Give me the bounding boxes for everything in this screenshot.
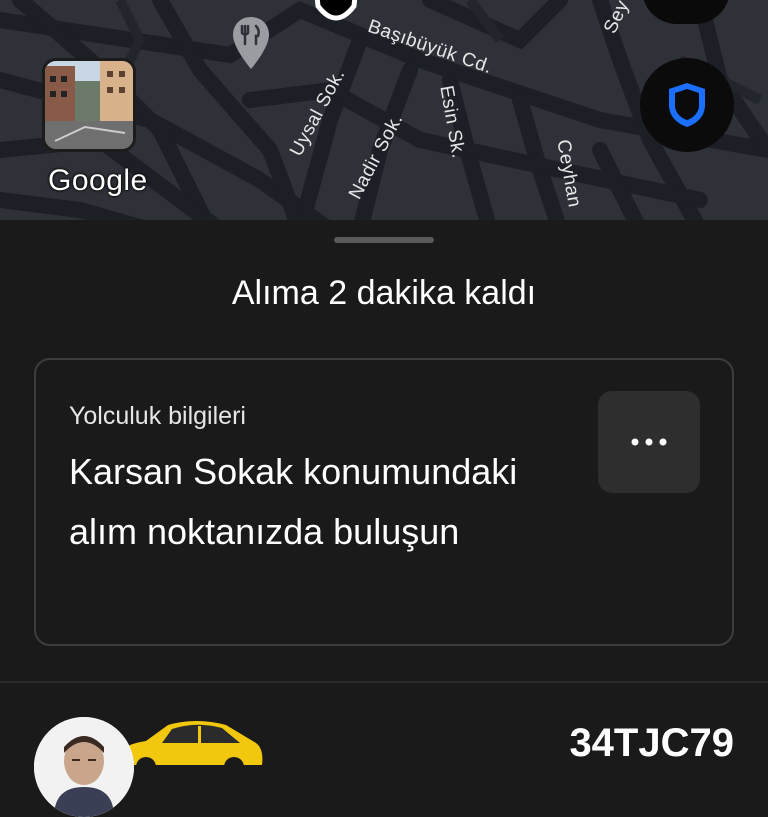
safety-button[interactable] [640,58,734,152]
license-plate: 34TJC79 [569,721,734,765]
restaurant-poi-icon[interactable] [231,15,271,69]
street-view-photo [45,61,133,149]
card-label: Yolculuk bilgileri [69,402,246,430]
bottom-sheet: Alıma 2 dakika kaldı Yolculuk bilgileri … [0,220,768,817]
more-options-button[interactable] [598,391,700,493]
trip-info-card: Yolculuk bilgileri Karsan Sokak konumund… [34,358,734,646]
driver-avatar[interactable] [34,717,134,817]
google-logo: Google [48,164,148,197]
map[interactable]: Başıbüyük Cd. Uysal Sok. Nadir Sok. Esin… [0,0,768,220]
status-heading: Alıma 2 dakika kaldı [231,274,537,312]
driver-vehicle-row: 34TJC79 [0,683,768,817]
sheet-drag-handle[interactable] [334,237,434,243]
street-view-thumbnail[interactable] [42,58,136,152]
more-dots-icon [631,438,667,446]
location-pin-icon [308,0,364,36]
pickup-instruction: Karsan Sokak konumundaki alım noktanızda… [69,451,518,552]
driver-photo [34,717,134,817]
shield-icon [669,83,705,127]
